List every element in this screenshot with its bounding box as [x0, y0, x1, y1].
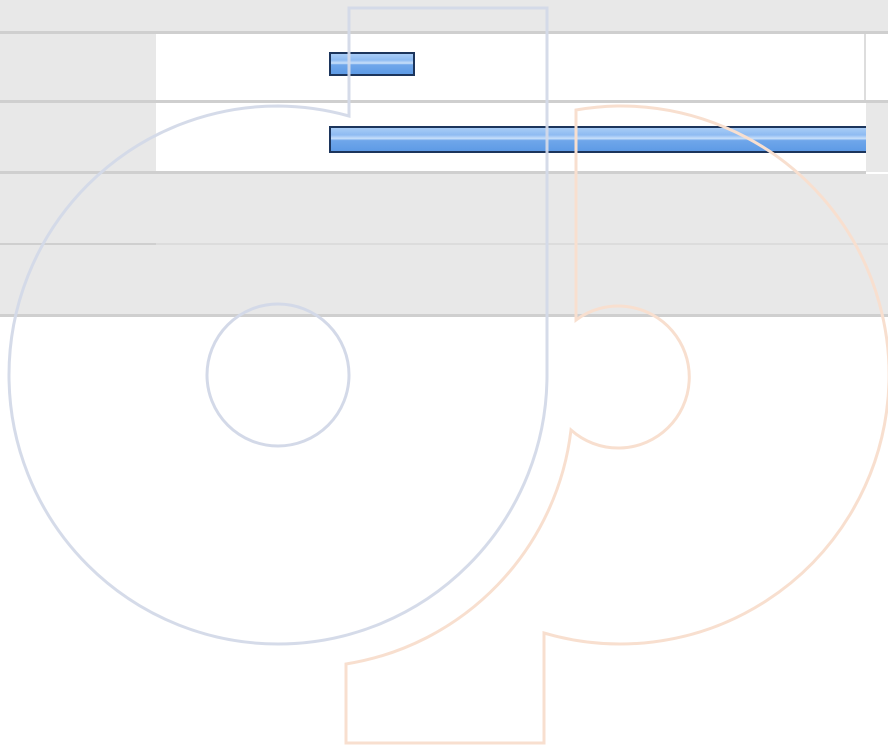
left-disc-hub — [205, 302, 351, 448]
table-row[interactable] — [0, 34, 888, 103]
row-divider — [0, 314, 888, 317]
row-edge — [866, 103, 888, 172]
empty-row — [0, 245, 888, 314]
row-edge — [866, 34, 888, 103]
progress-bar[interactable] — [329, 52, 415, 76]
empty-row — [0, 174, 888, 243]
progress-bar[interactable] — [329, 126, 888, 153]
bar-grid — [0, 0, 888, 320]
bar-cell — [156, 103, 888, 172]
bar-cell — [156, 34, 866, 103]
header-band — [0, 0, 888, 31]
table-row[interactable] — [0, 103, 888, 172]
app-canvas — [0, 0, 888, 747]
